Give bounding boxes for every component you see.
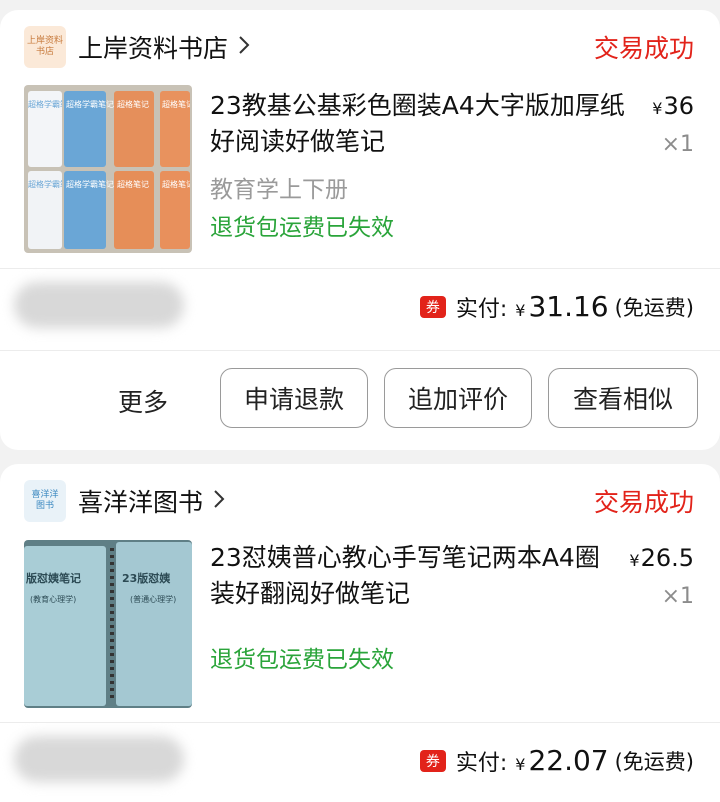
product-price-value: 36 <box>663 92 694 120</box>
thumb-label: 超格笔记 <box>162 180 190 189</box>
redacted-area <box>14 282 184 328</box>
thumb-label: 超格笔记 <box>117 100 149 109</box>
shop-name: 喜洋洋图书 <box>78 488 204 517</box>
order-status: 交易成功 <box>593 34 694 63</box>
thumb-label: 23版怼姨 <box>122 572 171 585</box>
paid-amount: ¥31.16 <box>515 290 608 323</box>
product-title[interactable]: 23教基公基彩色圈装A4大字版加厚纸好阅读好做笔记 <box>210 88 630 160</box>
chevron-right-icon <box>213 487 225 515</box>
order-status: 交易成功 <box>593 488 694 517</box>
find-similar-button[interactable]: 查看相似 <box>548 368 698 428</box>
payment-summary: 券 实付: ¥22.07 (免运费) <box>419 744 694 777</box>
shop-link[interactable]: 喜洋洋图书 <box>78 483 225 519</box>
product-quantity: ×1 <box>661 584 694 609</box>
product-thumbnail[interactable]: 版怼姨笔记 (教育心理学) 23版怼姨 (普通心理学) <box>24 540 192 708</box>
refund-button[interactable]: 申请退款 <box>220 368 368 428</box>
thumb-label: 超格笔记 <box>162 100 190 109</box>
product-quantity: ×1 <box>661 132 694 157</box>
payment-summary: 券 实付: ¥31.16 (免运费) <box>419 290 694 323</box>
currency-symbol: ¥ <box>515 301 526 320</box>
coupon-icon: 券 <box>419 295 446 318</box>
divider <box>0 268 720 269</box>
thumb-label: (教育心理学) <box>30 595 77 604</box>
return-shipping-notice: 退货包运费已失效 <box>210 215 394 241</box>
paid-amount: ¥22.07 <box>515 744 608 777</box>
product-title[interactable]: 23怼姨普心教心手写笔记两本A4圈装好翻阅好做笔记 <box>210 540 610 612</box>
thumb-label: 版怼姨笔记 <box>26 572 81 585</box>
product-thumbnail[interactable]: 超格学霸笔记 超格学霸笔记 超格笔记 超格笔记 超格学霸笔记 超格学霸笔记 超格… <box>24 85 192 253</box>
thumb-label: 超格学霸笔记 <box>66 180 114 189</box>
shop-link[interactable]: 上岸资料书店 <box>78 29 250 65</box>
product-price-value: 26.5 <box>640 544 694 572</box>
shop-logo-text: 上岸资料书店 <box>26 36 63 57</box>
order-card[interactable]: 上岸资料书店 上岸资料书店 交易成功 超格学霸笔记 超格学霸笔记 超格笔记 超格… <box>0 10 720 450</box>
paid-amount-value: 22.07 <box>528 744 609 777</box>
redacted-area <box>14 736 184 782</box>
product-price: ¥36 <box>652 92 694 120</box>
thumb-label: 超格学霸笔记 <box>28 180 62 189</box>
product-price: ¥26.5 <box>629 544 694 572</box>
shop-logo-text: 喜洋洋图书 <box>31 490 59 511</box>
shop-logo[interactable]: 上岸资料书店 <box>24 26 66 68</box>
freight-note: (免运费) <box>614 749 694 774</box>
more-button[interactable]: 更多 <box>118 383 168 419</box>
chevron-right-icon <box>238 33 250 61</box>
return-shipping-notice: 退货包运费已失效 <box>210 647 394 673</box>
thumb-label: 超格笔记 <box>117 180 149 189</box>
currency-symbol: ¥ <box>515 755 526 774</box>
paid-amount-value: 31.16 <box>528 290 609 323</box>
shop-name: 上岸资料书店 <box>78 34 229 63</box>
shop-logo[interactable]: 喜洋洋图书 <box>24 480 66 522</box>
freight-note: (免运费) <box>614 295 694 320</box>
divider <box>0 722 720 723</box>
thumb-label: 超格学霸笔记 <box>66 100 114 109</box>
order-card[interactable]: 喜洋洋图书 喜洋洋图书 交易成功 版怼姨笔记 (教育心理学) 23版怼姨 (普通… <box>0 464 720 802</box>
thumb-label: (普通心理学) <box>130 595 177 604</box>
paid-label: 实付: <box>455 296 508 322</box>
thumb-label: 超格学霸笔记 <box>28 100 62 109</box>
product-variant: 教育学上下册 <box>210 177 348 203</box>
coupon-icon: 券 <box>419 749 446 772</box>
add-review-button[interactable]: 追加评价 <box>384 368 532 428</box>
divider <box>0 350 720 351</box>
paid-label: 实付: <box>455 750 508 776</box>
